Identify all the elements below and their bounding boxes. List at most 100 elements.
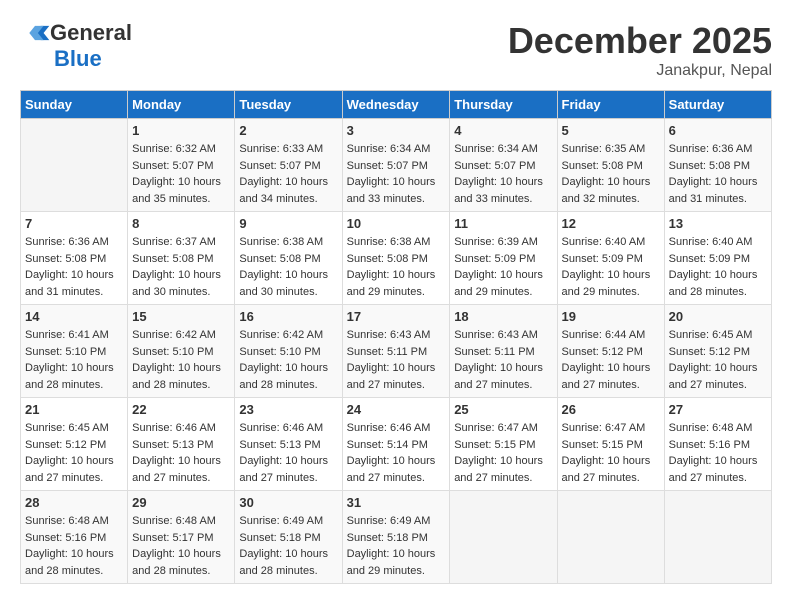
day-info: Sunrise: 6:43 AMSunset: 5:11 PMDaylight:… [454, 327, 552, 393]
day-number: 14 [25, 309, 123, 324]
day-number: 23 [239, 402, 337, 417]
day-info: Sunrise: 6:37 AMSunset: 5:08 PMDaylight:… [132, 234, 230, 300]
day-number: 25 [454, 402, 552, 417]
table-row: 24 Sunrise: 6:46 AMSunset: 5:14 PMDayligh… [342, 398, 450, 491]
day-info: Sunrise: 6:34 AMSunset: 5:07 PMDaylight:… [347, 141, 446, 207]
calendar-week-row: 28Sunrise: 6:48 AMSunset: 5:16 PMDayligh… [21, 491, 772, 584]
table-row [21, 119, 128, 212]
calendar-table: Sunday Monday Tuesday Wednesday Thursday… [20, 90, 772, 584]
day-info: Sunrise: 6:49 AMSunset: 5:18 PMDaylight:… [239, 513, 337, 579]
calendar-week-row: 1 Sunrise: 6:32 AMSunset: 5:07 PMDaylight… [21, 119, 772, 212]
title-block: December 2025 Janakpur, Nepal [508, 20, 772, 80]
day-number: 11 [454, 216, 552, 231]
day-number: 7 [25, 216, 123, 231]
day-info: Sunrise: 6:49 AMSunset: 5:18 PMDaylight:… [347, 513, 446, 579]
day-number: 1 [132, 123, 230, 138]
table-row: 9Sunrise: 6:38 AMSunset: 5:08 PMDaylight… [235, 212, 342, 305]
day-number: 2 [239, 123, 337, 138]
day-number: 22 [132, 402, 230, 417]
table-row: 18 Sunrise: 6:43 AMSunset: 5:11 PMDayligh… [450, 305, 557, 398]
day-number: 8 [132, 216, 230, 231]
table-row: 1 Sunrise: 6:32 AMSunset: 5:07 PMDaylight… [128, 119, 235, 212]
day-number: 19 [562, 309, 660, 324]
day-number: 24 [347, 402, 446, 417]
day-info: Sunrise: 6:42 AMSunset: 5:10 PMDaylight:… [132, 327, 230, 393]
day-info: Sunrise: 6:45 AMSunset: 5:12 PMDaylight:… [669, 327, 767, 393]
month-title: December 2025 [508, 20, 772, 62]
day-number: 3 [347, 123, 446, 138]
table-row: 31 Sunrise: 6:49 AMSunset: 5:18 PMDayligh… [342, 491, 450, 584]
table-row: 25 Sunrise: 6:47 AMSunset: 5:15 PMDayligh… [450, 398, 557, 491]
table-row [557, 491, 664, 584]
day-number: 16 [239, 309, 337, 324]
day-number: 20 [669, 309, 767, 324]
day-number: 31 [347, 495, 446, 510]
day-number: 6 [669, 123, 767, 138]
day-info: Sunrise: 6:46 AMSunset: 5:13 PMDaylight:… [132, 420, 230, 486]
table-row: 5 Sunrise: 6:35 AMSunset: 5:08 PMDaylight… [557, 119, 664, 212]
logo-general-text: General [50, 20, 132, 46]
day-number: 17 [347, 309, 446, 324]
col-friday: Friday [557, 91, 664, 119]
table-row: 30 Sunrise: 6:49 AMSunset: 5:18 PMDayligh… [235, 491, 342, 584]
day-number: 30 [239, 495, 337, 510]
logo-blue-text: Blue [54, 46, 102, 72]
day-info: Sunrise: 6:38 AMSunset: 5:08 PMDaylight:… [347, 234, 446, 300]
day-number: 29 [132, 495, 230, 510]
day-number: 26 [562, 402, 660, 417]
day-info: Sunrise: 6:40 AMSunset: 5:09 PMDaylight:… [562, 234, 660, 300]
table-row: 20 Sunrise: 6:45 AMSunset: 5:12 PMDayligh… [664, 305, 771, 398]
table-row [664, 491, 771, 584]
table-row: 4 Sunrise: 6:34 AMSunset: 5:07 PMDaylight… [450, 119, 557, 212]
calendar-week-row: 14 Sunrise: 6:41 AMSunset: 5:10 PMDayligh… [21, 305, 772, 398]
day-info: Sunrise: 6:48 AMSunset: 5:16 PMDaylight:… [25, 513, 123, 579]
table-row: 16Sunrise: 6:42 AMSunset: 5:10 PMDayligh… [235, 305, 342, 398]
table-row: 14 Sunrise: 6:41 AMSunset: 5:10 PMDayligh… [21, 305, 128, 398]
day-number: 18 [454, 309, 552, 324]
table-row: 22 Sunrise: 6:46 AMSunset: 5:13 PMDayligh… [128, 398, 235, 491]
day-info: Sunrise: 6:40 AMSunset: 5:09 PMDaylight:… [669, 234, 767, 300]
table-row: 11Sunrise: 6:39 AMSunset: 5:09 PMDayligh… [450, 212, 557, 305]
day-number: 10 [347, 216, 446, 231]
location-subtitle: Janakpur, Nepal [508, 62, 772, 80]
table-row: 3 Sunrise: 6:34 AMSunset: 5:07 PMDaylight… [342, 119, 450, 212]
calendar-week-row: 21Sunrise: 6:45 AMSunset: 5:12 PMDayligh… [21, 398, 772, 491]
day-number: 21 [25, 402, 123, 417]
day-info: Sunrise: 6:34 AMSunset: 5:07 PMDaylight:… [454, 141, 552, 207]
table-row [450, 491, 557, 584]
day-info: Sunrise: 6:47 AMSunset: 5:15 PMDaylight:… [454, 420, 552, 486]
day-info: Sunrise: 6:46 AMSunset: 5:14 PMDaylight:… [347, 420, 446, 486]
day-number: 15 [132, 309, 230, 324]
day-info: Sunrise: 6:36 AMSunset: 5:08 PMDaylight:… [669, 141, 767, 207]
day-info: Sunrise: 6:41 AMSunset: 5:10 PMDaylight:… [25, 327, 123, 393]
page-header: General Blue December 2025 Janakpur, Nep… [20, 20, 772, 80]
day-info: Sunrise: 6:35 AMSunset: 5:08 PMDaylight:… [562, 141, 660, 207]
day-info: Sunrise: 6:43 AMSunset: 5:11 PMDaylight:… [347, 327, 446, 393]
day-number: 27 [669, 402, 767, 417]
logo-icon [20, 23, 50, 43]
day-number: 4 [454, 123, 552, 138]
table-row: 19 Sunrise: 6:44 AMSunset: 5:12 PMDayligh… [557, 305, 664, 398]
table-row: 21Sunrise: 6:45 AMSunset: 5:12 PMDayligh… [21, 398, 128, 491]
table-row: 2Sunrise: 6:33 AMSunset: 5:07 PMDaylight… [235, 119, 342, 212]
col-sunday: Sunday [21, 91, 128, 119]
day-info: Sunrise: 6:44 AMSunset: 5:12 PMDaylight:… [562, 327, 660, 393]
col-saturday: Saturday [664, 91, 771, 119]
table-row: 15 Sunrise: 6:42 AMSunset: 5:10 PMDayligh… [128, 305, 235, 398]
day-info: Sunrise: 6:48 AMSunset: 5:17 PMDaylight:… [132, 513, 230, 579]
table-row: 8 Sunrise: 6:37 AMSunset: 5:08 PMDaylight… [128, 212, 235, 305]
table-row: 26Sunrise: 6:47 AMSunset: 5:15 PMDayligh… [557, 398, 664, 491]
table-row: 23Sunrise: 6:46 AMSunset: 5:13 PMDayligh… [235, 398, 342, 491]
logo: General Blue [20, 20, 132, 72]
day-number: 5 [562, 123, 660, 138]
day-info: Sunrise: 6:48 AMSunset: 5:16 PMDaylight:… [669, 420, 767, 486]
day-info: Sunrise: 6:32 AMSunset: 5:07 PMDaylight:… [132, 141, 230, 207]
day-info: Sunrise: 6:36 AMSunset: 5:08 PMDaylight:… [25, 234, 123, 300]
col-thursday: Thursday [450, 91, 557, 119]
table-row: 28Sunrise: 6:48 AMSunset: 5:16 PMDayligh… [21, 491, 128, 584]
table-row: 17 Sunrise: 6:43 AMSunset: 5:11 PMDayligh… [342, 305, 450, 398]
day-number: 13 [669, 216, 767, 231]
col-wednesday: Wednesday [342, 91, 450, 119]
table-row: 7 Sunrise: 6:36 AMSunset: 5:08 PMDaylight… [21, 212, 128, 305]
day-number: 12 [562, 216, 660, 231]
